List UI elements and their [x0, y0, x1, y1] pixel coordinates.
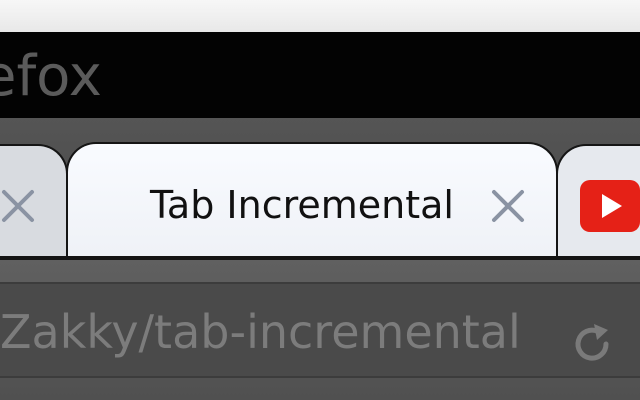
url-text[interactable]: Zakky/tab-incremental — [0, 304, 521, 360]
url-bar[interactable]: Zakky/tab-incremental — [0, 282, 640, 378]
title-bar: efox — [0, 32, 640, 118]
close-icon[interactable] — [488, 186, 528, 226]
tab-active[interactable]: Tab Incremental — [66, 142, 558, 260]
close-icon[interactable] — [0, 186, 38, 226]
play-triangle — [602, 194, 622, 218]
navigation-bar: Zakky/tab-incremental — [0, 260, 640, 400]
tab-strip: Tab Incremental — [0, 118, 640, 260]
tab-next[interactable] — [556, 144, 640, 260]
youtube-icon — [580, 180, 640, 232]
window-title: efox — [0, 44, 102, 109]
top-edge — [0, 0, 640, 32]
tab-title: Tab Incremental — [150, 183, 454, 227]
browser-window: efox Tab Incremental Zakky/ta — [0, 0, 640, 400]
reload-icon[interactable] — [570, 322, 614, 366]
tab-previous[interactable] — [0, 144, 68, 260]
